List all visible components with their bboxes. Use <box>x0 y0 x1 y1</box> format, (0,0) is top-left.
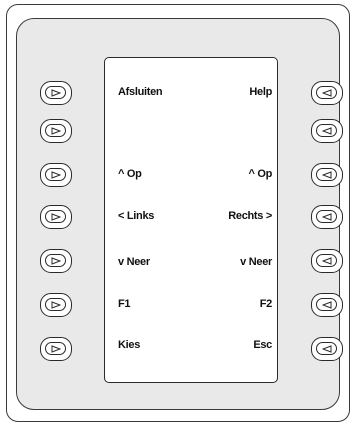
right-softkey-1[interactable] <box>311 81 343 105</box>
screen-label-f2: F2 <box>259 298 273 310</box>
left-softkey-5[interactable] <box>40 249 72 273</box>
triangle-right-icon <box>51 301 61 309</box>
screen-label-op-left: ^ Op <box>118 168 142 180</box>
triangle-right-icon <box>51 213 61 221</box>
right-softkey-4[interactable] <box>311 205 343 229</box>
triangle-left-icon <box>322 213 332 221</box>
left-softkey-6[interactable] <box>40 293 72 317</box>
triangle-right-icon <box>51 345 61 353</box>
screen-label-op-right: ^ Op <box>248 168 272 180</box>
screen-label-links: < Links <box>118 210 155 222</box>
triangle-left-icon <box>322 171 332 179</box>
screen-label-help: Help <box>249 86 272 98</box>
triangle-right-icon <box>51 257 61 265</box>
screen-label-esc: Esc <box>253 339 272 351</box>
screen-label-kies: Kies <box>118 339 141 351</box>
left-softkey-7[interactable] <box>40 337 72 361</box>
right-softkey-2[interactable] <box>311 119 343 143</box>
triangle-right-icon <box>51 171 61 179</box>
triangle-left-icon <box>322 345 332 353</box>
screen-label-afsluiten: Afsluiten <box>118 86 163 98</box>
triangle-right-icon <box>51 127 61 135</box>
screen-label-neer-left: v Neer <box>118 256 150 268</box>
triangle-left-icon <box>322 127 332 135</box>
triangle-right-icon <box>51 89 61 97</box>
right-softkey-5[interactable] <box>311 249 343 273</box>
left-softkey-4[interactable] <box>40 205 72 229</box>
screen-label-rechts: Rechts > <box>228 210 272 222</box>
left-softkey-1[interactable] <box>40 81 72 105</box>
triangle-left-icon <box>322 89 332 97</box>
triangle-left-icon <box>322 257 332 265</box>
screen-label-neer-right: v Neer <box>240 256 272 268</box>
right-softkey-6[interactable] <box>311 293 343 317</box>
left-softkey-3[interactable] <box>40 163 72 187</box>
right-softkey-3[interactable] <box>311 163 343 187</box>
left-softkey-2[interactable] <box>40 119 72 143</box>
triangle-left-icon <box>322 301 332 309</box>
right-softkey-7[interactable] <box>311 337 343 361</box>
screen-label-f1: F1 <box>118 298 131 310</box>
